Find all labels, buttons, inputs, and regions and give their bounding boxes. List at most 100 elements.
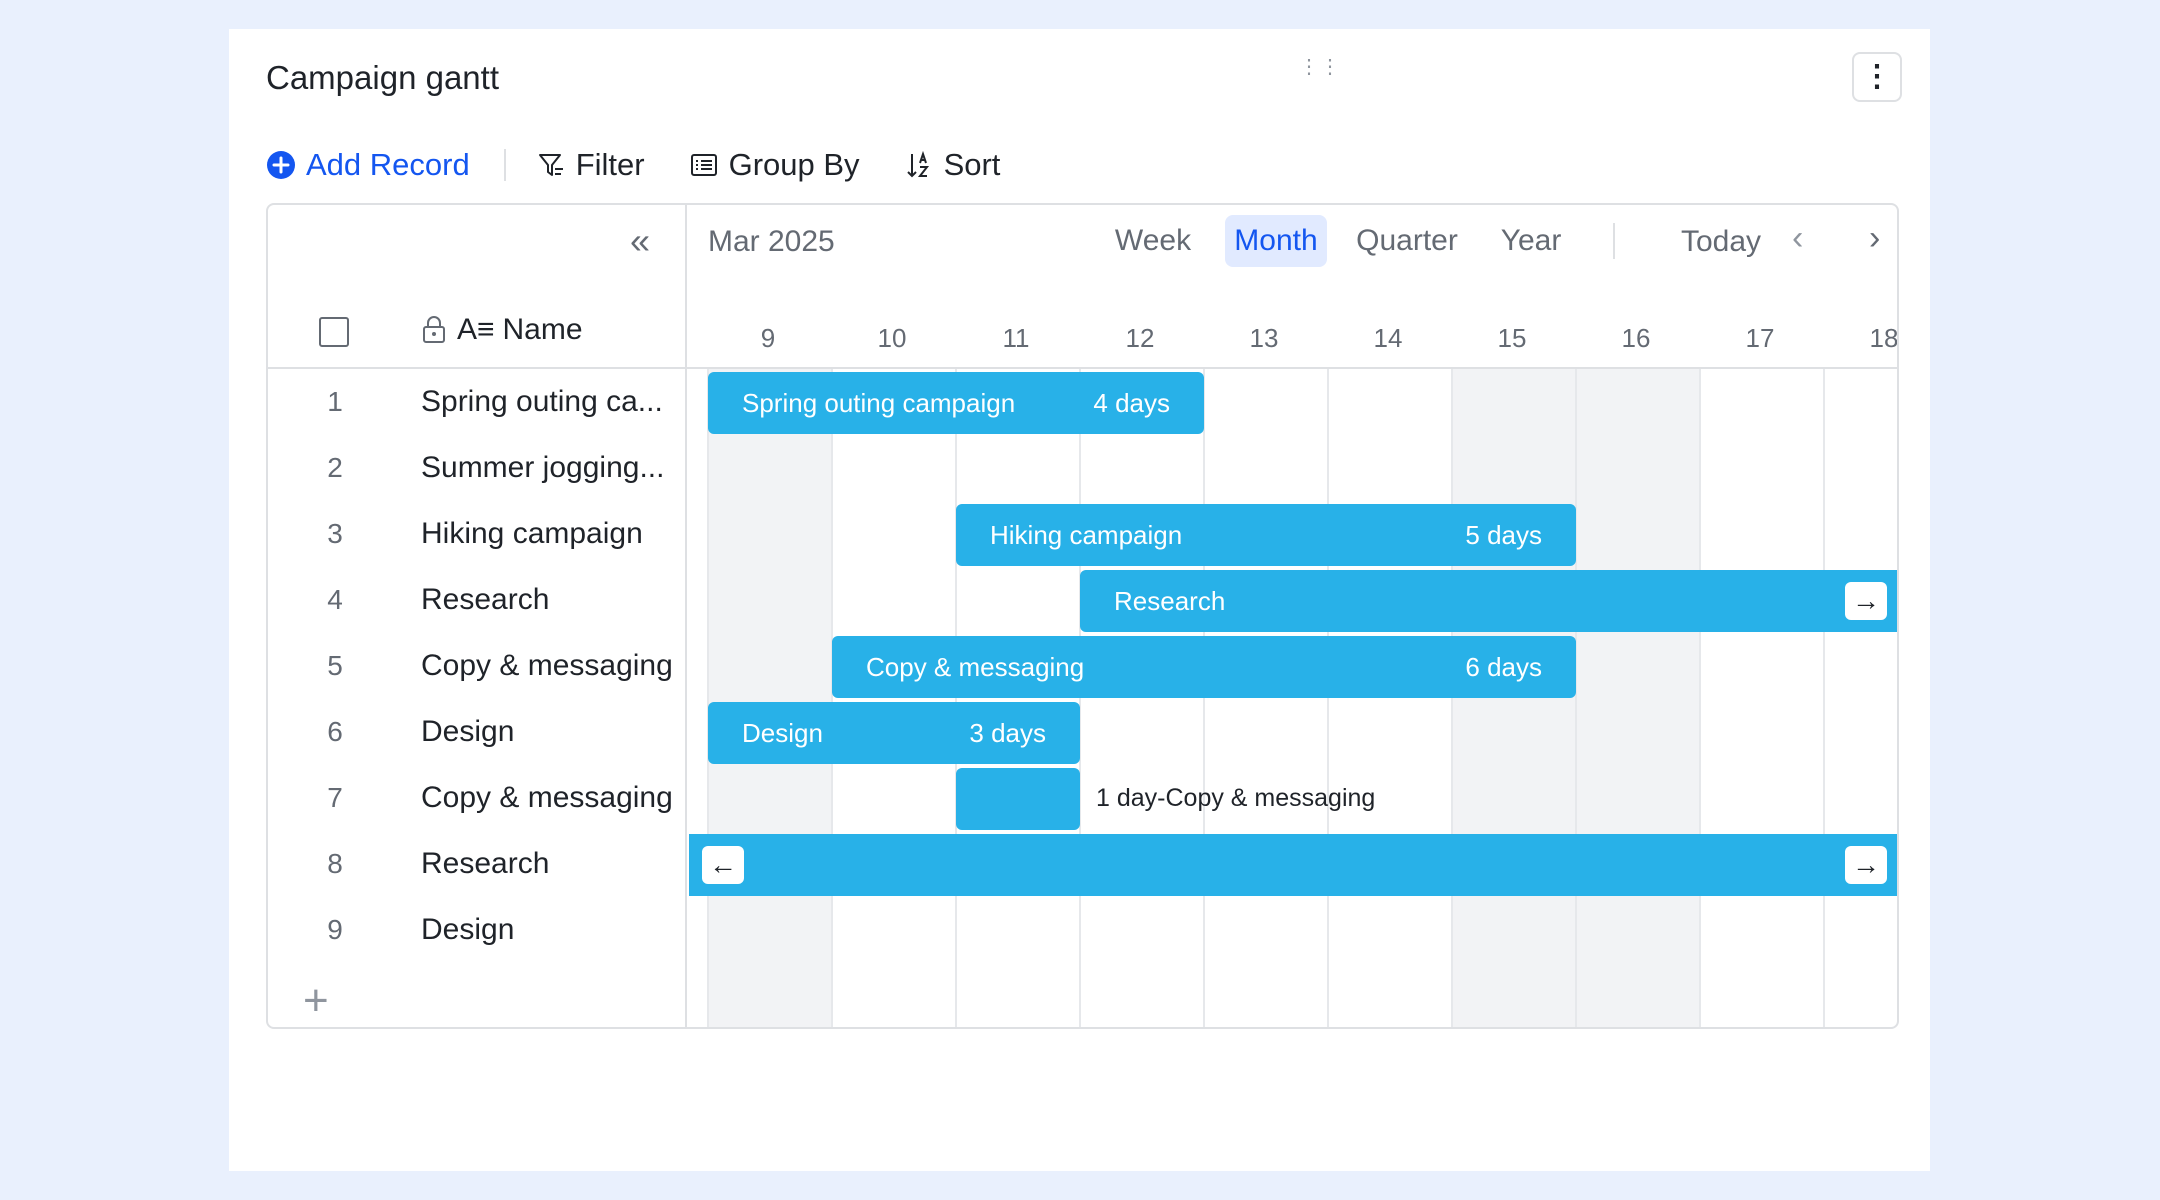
filter-icon <box>538 154 563 176</box>
table-row[interactable]: 4 Research <box>268 567 687 633</box>
view-month-button[interactable]: Month <box>1225 215 1327 267</box>
gantt-bar[interactable]: Copy & messaging 6 days <box>832 636 1576 698</box>
gantt-bar[interactable]: Research <box>1080 570 1897 632</box>
day-label: 17 <box>1745 323 1775 353</box>
row-number: 1 <box>327 386 343 417</box>
table-row[interactable]: 3 Hiking campaign <box>268 501 687 567</box>
day-label: 16 <box>1621 323 1651 353</box>
gantt-bar[interactable]: Spring outing campaign 4 days <box>708 372 1204 434</box>
page-title: Campaign gantt <box>266 59 499 96</box>
gantt-bar[interactable] <box>956 768 1080 830</box>
collapse-icon[interactable]: « <box>630 223 650 259</box>
table-row[interactable]: 7 Copy & messaging <box>268 765 687 831</box>
gantt-bar[interactable]: Hiking campaign 5 days <box>956 504 1576 566</box>
row-name: Research <box>421 847 550 880</box>
table-row[interactable]: 1 Spring outing ca... <box>268 369 687 435</box>
view-year-button[interactable]: Year <box>1491 215 1571 267</box>
row-name: Hiking campaign <box>421 517 643 550</box>
chevron-left-icon[interactable]: ‹ <box>1792 219 1803 258</box>
row-number: 9 <box>327 914 343 945</box>
grid-line <box>1203 369 1205 1027</box>
bar-outside-label: 1 day-Copy & messaging <box>1096 784 1376 812</box>
row-name: Summer jogging... <box>421 451 665 484</box>
table-row[interactable]: 6 Design <box>268 699 687 765</box>
filter-label: Filter <box>575 147 645 182</box>
add-record-label: Add Record <box>306 147 470 182</box>
grid-line <box>831 369 833 1027</box>
sort-label: Sort <box>943 147 1001 182</box>
filter-button[interactable]: Filter <box>536 147 645 183</box>
grid-line <box>1823 369 1825 1027</box>
weekend-column <box>1452 369 1576 1027</box>
chevron-right-icon[interactable]: › <box>1869 219 1880 258</box>
day-label: 12 <box>1125 323 1155 353</box>
row-number: 6 <box>327 716 343 747</box>
view-week-button[interactable]: Week <box>1105 215 1201 267</box>
group-by-label: Group By <box>728 147 860 182</box>
grid-line <box>1451 369 1453 1027</box>
day-axis: 9 10 11 12 13 14 15 16 17 18 <box>689 323 1899 363</box>
bar-label: Hiking campaign <box>990 519 1183 550</box>
row-name: Design <box>421 913 515 946</box>
day-label: 13 <box>1249 323 1279 353</box>
row-name: Research <box>421 583 550 616</box>
day-label: 10 <box>877 323 907 353</box>
bar-label: Design <box>742 717 823 748</box>
arrow-left-icon[interactable]: ← <box>702 846 744 884</box>
record-list: « A≡ Name 1 Spring outing ca... 2 Summer j… <box>268 205 687 1027</box>
bar-label: Spring outing campaign <box>742 387 1016 418</box>
row-number: 8 <box>327 848 343 879</box>
row-name: Design <box>421 715 515 748</box>
timeline-grid: Spring outing campaign 4 days Hiking campa… <box>689 369 1897 1027</box>
more-icon: ⋮ <box>1862 60 1892 93</box>
row-number: 5 <box>327 650 343 681</box>
grid-line <box>707 369 709 1027</box>
add-row-icon[interactable]: + <box>303 979 329 1023</box>
sort-button[interactable]: Sort <box>904 147 1001 183</box>
weekend-column <box>708 369 832 1027</box>
table-row[interactable]: 8 Research <box>268 831 687 897</box>
day-label: 9 <box>760 323 776 353</box>
bar-duration: 6 days <box>1465 651 1542 682</box>
add-record-button[interactable]: Add Record <box>266 147 470 183</box>
table-row[interactable]: 9 Design <box>268 897 687 963</box>
bar-duration: 5 days <box>1465 519 1542 550</box>
name-column-header[interactable]: A≡ Name <box>421 313 583 347</box>
select-all-checkbox[interactable] <box>319 317 349 347</box>
drag-handle-icon[interactable]: ⋮⋮ <box>1299 57 1341 77</box>
bar-label: Copy & messaging <box>866 651 1085 682</box>
row-number: 7 <box>327 782 343 813</box>
view-divider <box>1613 223 1615 259</box>
gantt-bar[interactable]: Design 3 days <box>708 702 1080 764</box>
gantt-card: ⋮⋮ Campaign gantt ⋮ Add Record Filter Gr <box>229 29 1930 1171</box>
bar-label: Research <box>1114 585 1226 616</box>
bar-duration: 3 days <box>969 717 1046 748</box>
plus-circle-icon <box>267 151 295 179</box>
toolbar: Add Record Filter Group By Sort <box>266 141 1044 189</box>
text-field-icon: A≡ <box>457 313 495 346</box>
row-number: 2 <box>327 452 343 483</box>
arrow-right-icon[interactable]: → <box>1845 582 1887 620</box>
timeline-pane: Mar 2025 Week Month Quarter Year Today ‹… <box>689 205 1899 1027</box>
group-by-button[interactable]: Group By <box>689 147 860 183</box>
more-options-button[interactable]: ⋮ <box>1852 52 1902 102</box>
group-by-icon <box>690 154 717 176</box>
day-label: 11 <box>1002 323 1030 353</box>
row-name: Spring outing ca... <box>421 385 663 418</box>
lock-icon <box>423 316 445 343</box>
row-number: 4 <box>327 584 343 615</box>
table-row[interactable]: 2 Summer jogging... <box>268 435 687 501</box>
gantt-view: « A≡ Name 1 Spring outing ca... 2 Summer j… <box>266 203 1899 1029</box>
row-name: Copy & messaging <box>421 649 673 682</box>
table-row[interactable]: 5 Copy & messaging <box>268 633 687 699</box>
weekend-column <box>1576 369 1700 1027</box>
gantt-bar[interactable] <box>689 834 1897 896</box>
day-label: 18 <box>1869 323 1899 353</box>
sort-icon <box>906 150 929 178</box>
arrow-right-icon[interactable]: → <box>1845 846 1887 884</box>
view-quarter-button[interactable]: Quarter <box>1345 215 1469 267</box>
row-name: Copy & messaging <box>421 781 673 814</box>
name-header-label: Name <box>502 313 583 346</box>
today-button[interactable]: Today <box>1681 225 1761 259</box>
bar-duration: 4 days <box>1093 387 1170 418</box>
